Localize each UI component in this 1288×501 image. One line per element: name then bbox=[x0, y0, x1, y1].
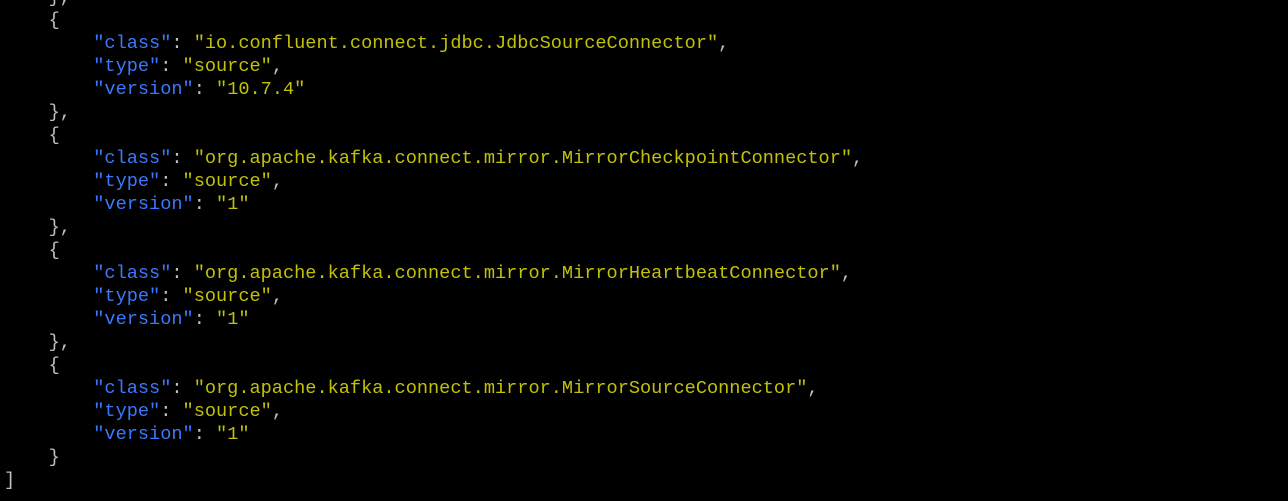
terminal-line: { bbox=[4, 354, 863, 377]
json-key: "type" bbox=[93, 171, 161, 192]
json-punctuation: { bbox=[48, 355, 60, 376]
terminal-line: { bbox=[4, 9, 863, 32]
json-key: "class" bbox=[93, 148, 172, 169]
json-punctuation: , bbox=[271, 401, 283, 422]
json-string: "source" bbox=[182, 56, 272, 77]
json-punctuation: , bbox=[718, 33, 730, 54]
json-key: "version" bbox=[93, 194, 194, 215]
json-string: "org.apache.kafka.connect.mirror.MirrorS… bbox=[193, 378, 808, 399]
json-punctuation: , bbox=[271, 56, 283, 77]
terminal-line: { bbox=[4, 124, 863, 147]
json-string: "source" bbox=[182, 286, 272, 307]
json-punctuation: : bbox=[171, 33, 194, 54]
json-punctuation: ] bbox=[4, 470, 16, 491]
json-key: "class" bbox=[93, 263, 172, 284]
terminal-line: "class": "org.apache.kafka.connect.mirro… bbox=[4, 147, 863, 170]
json-punctuation: }, bbox=[48, 102, 71, 123]
json-punctuation: : bbox=[171, 378, 194, 399]
terminal-line: "type": "source", bbox=[4, 400, 863, 423]
terminal-output: }, { "class": "io.confluent.connect.jdbc… bbox=[4, 0, 863, 492]
terminal-line: }, bbox=[4, 331, 863, 354]
json-key: "class" bbox=[93, 33, 172, 54]
json-string: "source" bbox=[182, 401, 272, 422]
terminal-line: "type": "source", bbox=[4, 285, 863, 308]
json-punctuation: , bbox=[271, 286, 283, 307]
json-key: "class" bbox=[93, 378, 172, 399]
terminal-line: "type": "source", bbox=[4, 170, 863, 193]
json-punctuation: : bbox=[171, 263, 194, 284]
json-key: "type" bbox=[93, 286, 161, 307]
json-punctuation: } bbox=[48, 447, 60, 468]
json-string: "1" bbox=[216, 424, 250, 445]
json-punctuation: : bbox=[171, 148, 194, 169]
json-punctuation: : bbox=[193, 309, 217, 330]
json-punctuation: , bbox=[271, 171, 283, 192]
json-key: "version" bbox=[93, 79, 194, 100]
terminal-line: "version": "1" bbox=[4, 193, 863, 216]
terminal-line: "class": "org.apache.kafka.connect.mirro… bbox=[4, 377, 863, 400]
json-punctuation: : bbox=[193, 79, 217, 100]
json-punctuation: : bbox=[160, 286, 183, 307]
terminal-line: "version": "1" bbox=[4, 423, 863, 446]
json-string: "10.7.4" bbox=[216, 79, 306, 100]
json-string: "source" bbox=[182, 171, 272, 192]
terminal-line: ] bbox=[4, 469, 863, 492]
json-punctuation: { bbox=[48, 125, 60, 146]
json-string: "1" bbox=[216, 194, 250, 215]
json-key: "type" bbox=[93, 56, 161, 77]
json-punctuation: , bbox=[840, 263, 853, 284]
json-string: "1" bbox=[216, 309, 250, 330]
terminal-line: "type": "source", bbox=[4, 55, 863, 78]
json-key: "type" bbox=[93, 401, 161, 422]
json-punctuation: , bbox=[807, 378, 819, 399]
terminal-line: "class": "io.confluent.connect.jdbc.Jdbc… bbox=[4, 32, 863, 55]
json-punctuation: }, bbox=[49, 0, 71, 8]
terminal-window[interactable]: }, { "class": "io.confluent.connect.jdbc… bbox=[0, 0, 1288, 501]
json-punctuation: : bbox=[160, 171, 183, 192]
json-string: "org.apache.kafka.connect.mirror.MirrorH… bbox=[193, 263, 841, 284]
json-punctuation: : bbox=[160, 56, 183, 77]
json-key: "version" bbox=[93, 424, 194, 445]
json-punctuation: }, bbox=[48, 217, 71, 238]
terminal-line: { bbox=[4, 239, 863, 262]
json-punctuation: : bbox=[193, 194, 217, 215]
json-punctuation: { bbox=[48, 240, 60, 261]
json-string: "org.apache.kafka.connect.mirror.MirrorC… bbox=[193, 148, 853, 169]
terminal-line: "class": "org.apache.kafka.connect.mirro… bbox=[4, 262, 863, 285]
json-punctuation: { bbox=[48, 10, 60, 31]
terminal-line: }, bbox=[4, 216, 863, 239]
json-punctuation: : bbox=[193, 424, 217, 445]
terminal-line: "version": "10.7.4" bbox=[4, 78, 863, 101]
json-key: "version" bbox=[93, 309, 194, 330]
json-punctuation: }, bbox=[48, 332, 71, 353]
terminal-line: "version": "1" bbox=[4, 308, 863, 331]
json-punctuation: : bbox=[160, 401, 183, 422]
json-string: "io.confluent.connect.jdbc.JdbcSourceCon… bbox=[193, 33, 719, 54]
json-punctuation: , bbox=[852, 148, 864, 169]
terminal-line: } bbox=[4, 446, 863, 469]
terminal-line: }, bbox=[4, 0, 863, 9]
terminal-line: }, bbox=[4, 101, 863, 124]
